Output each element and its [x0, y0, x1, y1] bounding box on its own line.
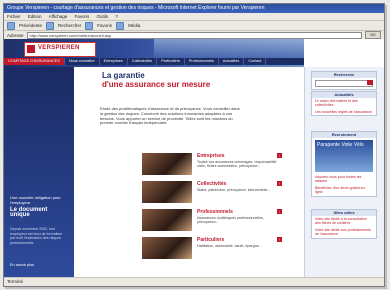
card-particuliers[interactable]: Particuliers Habitation, automobile, san…	[142, 237, 282, 261]
arrow-icon[interactable]: ›	[277, 209, 282, 214]
address-input[interactable]: http://www.verspieren.com/moteur/accueil…	[26, 31, 362, 39]
search-go-icon[interactable]	[367, 80, 373, 85]
search-label[interactable]: Rechercher	[58, 23, 81, 28]
card-image	[142, 181, 192, 203]
card-professionnels[interactable]: Professionnels Assurances multirisques p…	[142, 209, 282, 233]
promo-banner[interactable]: Parapente Voile Vélo	[315, 140, 373, 172]
menu-bar: Fichier Edition Affichage Favoris Outils…	[4, 13, 384, 21]
right-column: Recherche Actualités Le salon des maires…	[304, 67, 384, 278]
favorites-icon[interactable]	[85, 21, 94, 30]
arrow-icon[interactable]: ›	[277, 153, 282, 158]
site-header: VERSPIEREN COURTAGE D'ASSURANCES Nous co…	[4, 39, 304, 67]
useful-site-item[interactable]: Votre site dédié à la consultation des f…	[312, 216, 376, 227]
headline-line-2: d'une assurance sur mesure	[102, 80, 211, 89]
left-teaser-body: Depuis novembre 2002, tout employeur est…	[10, 227, 63, 245]
card-title[interactable]: Particuliers	[197, 237, 224, 243]
menu-view[interactable]: Affichage	[49, 14, 68, 19]
nav-contact[interactable]: Contact	[244, 58, 267, 65]
left-more-link[interactable]: En savoir plus	[10, 263, 34, 267]
nav-collectivites[interactable]: Collectivités	[128, 58, 158, 65]
back-label[interactable]: Précédente	[19, 23, 42, 28]
media-label[interactable]: Média	[128, 23, 140, 28]
search-box: Recherche	[311, 71, 377, 90]
back-icon[interactable]	[7, 21, 15, 30]
nav-courtage[interactable]: COURTAGE D'ASSURANCES	[4, 58, 65, 65]
address-label: Adresse	[7, 32, 24, 38]
card-desc: Habitation, automobile, santé, épargne..…	[197, 244, 262, 248]
news-item[interactable]: Le salon des maires et des collectivités	[312, 98, 376, 109]
search-box-title: Recherche	[312, 72, 376, 78]
nav-professionnels[interactable]: Professionnels	[185, 58, 219, 65]
promo-box-title: Recrutement	[312, 132, 376, 138]
main-column: La garantie d'une assurance sur mesure E…	[82, 69, 287, 278]
site-search-input[interactable]	[315, 80, 373, 87]
nav-actualites[interactable]: Actualités	[219, 58, 245, 65]
headline: La garantie d'une assurance sur mesure	[102, 71, 210, 89]
card-desc: Statut, patrimoine, prévoyance, interven…	[197, 188, 271, 192]
left-column: Une nouvelle obligation pour l'employeur…	[4, 67, 74, 278]
promo-item[interactable]: Bénéficiez d'un devis gratuit en ligne	[312, 185, 376, 196]
card-title[interactable]: Entreprises	[197, 153, 225, 159]
arrow-icon[interactable]: ›	[277, 237, 282, 242]
card-image	[142, 209, 192, 231]
status-bar: Terminé	[4, 277, 384, 286]
useful-sites-box: Sites utiles Votre site dédié à la consu…	[311, 209, 377, 239]
card-desc: Toutes vos assurances dommages, responsa…	[197, 160, 277, 169]
nav-particuliers[interactable]: Particuliers	[157, 58, 185, 65]
menu-file[interactable]: Fichier	[7, 14, 21, 19]
arrow-icon[interactable]: ›	[277, 181, 282, 186]
page-content: VERSPIEREN COURTAGE D'ASSURANCES Nous co…	[4, 39, 384, 278]
card-collectivites[interactable]: Collectivités Statut, patrimoine, prévoy…	[142, 181, 282, 205]
menu-edit[interactable]: Edition	[28, 14, 42, 19]
browser-window: Groupe Verspieren - courtage d'assurance…	[3, 3, 385, 287]
card-entreprises[interactable]: Entreprises Toutes vos assurances dommag…	[142, 153, 282, 177]
search-icon[interactable]	[46, 21, 55, 30]
nav-entreprises[interactable]: Entreprises	[100, 58, 128, 65]
logo-mark-icon	[27, 45, 35, 53]
headline-line-1: La garantie	[102, 71, 145, 80]
site-logo[interactable]: VERSPIEREN	[24, 42, 96, 57]
intro-text: Etude des problématiques d'assurance et …	[100, 106, 240, 126]
card-image	[142, 153, 192, 175]
window-title: Groupe Verspieren - courtage d'assurance…	[4, 4, 384, 13]
card-desc: Assurances multirisques professionnelles…	[197, 216, 264, 225]
news-box: Actualités Le salon des maires et des co…	[311, 91, 377, 117]
left-teaser-title[interactable]: Le document unique	[10, 207, 68, 218]
logo-text: VERSPIEREN	[38, 45, 80, 51]
promo-box: Recrutement Parapente Voile Vélo Assurez…	[311, 131, 377, 197]
left-teaser-text: Une nouvelle obligation pour l'employeur	[10, 195, 61, 205]
menu-tools[interactable]: Outils	[97, 14, 109, 19]
promo-item[interactable]: Assurez-vous pour toutes les saisons	[312, 174, 376, 185]
left-teaser: Une nouvelle obligation pour l'employeur…	[10, 195, 68, 218]
card-title[interactable]: Professionnels	[197, 209, 233, 215]
card-title[interactable]: Collectivités	[197, 181, 226, 187]
nav-connaitre[interactable]: Nous connaître	[65, 58, 100, 65]
media-icon[interactable]	[116, 21, 125, 30]
toolbar: Précédente Rechercher Favoris Média	[4, 21, 384, 31]
site-nav: COURTAGE D'ASSURANCES Nous connaître Ent…	[4, 58, 304, 65]
useful-site-item[interactable]: Votre site dédié aux professionnels de l…	[312, 227, 376, 238]
menu-help[interactable]: ?	[115, 14, 118, 19]
favorites-label[interactable]: Favoris	[97, 23, 112, 28]
news-item[interactable]: Les nouvelles règles de l'assurance	[312, 109, 376, 115]
card-image	[142, 237, 192, 259]
go-button[interactable]: OK	[365, 31, 381, 39]
header-image	[154, 39, 304, 59]
menu-favorites[interactable]: Favoris	[75, 14, 90, 19]
